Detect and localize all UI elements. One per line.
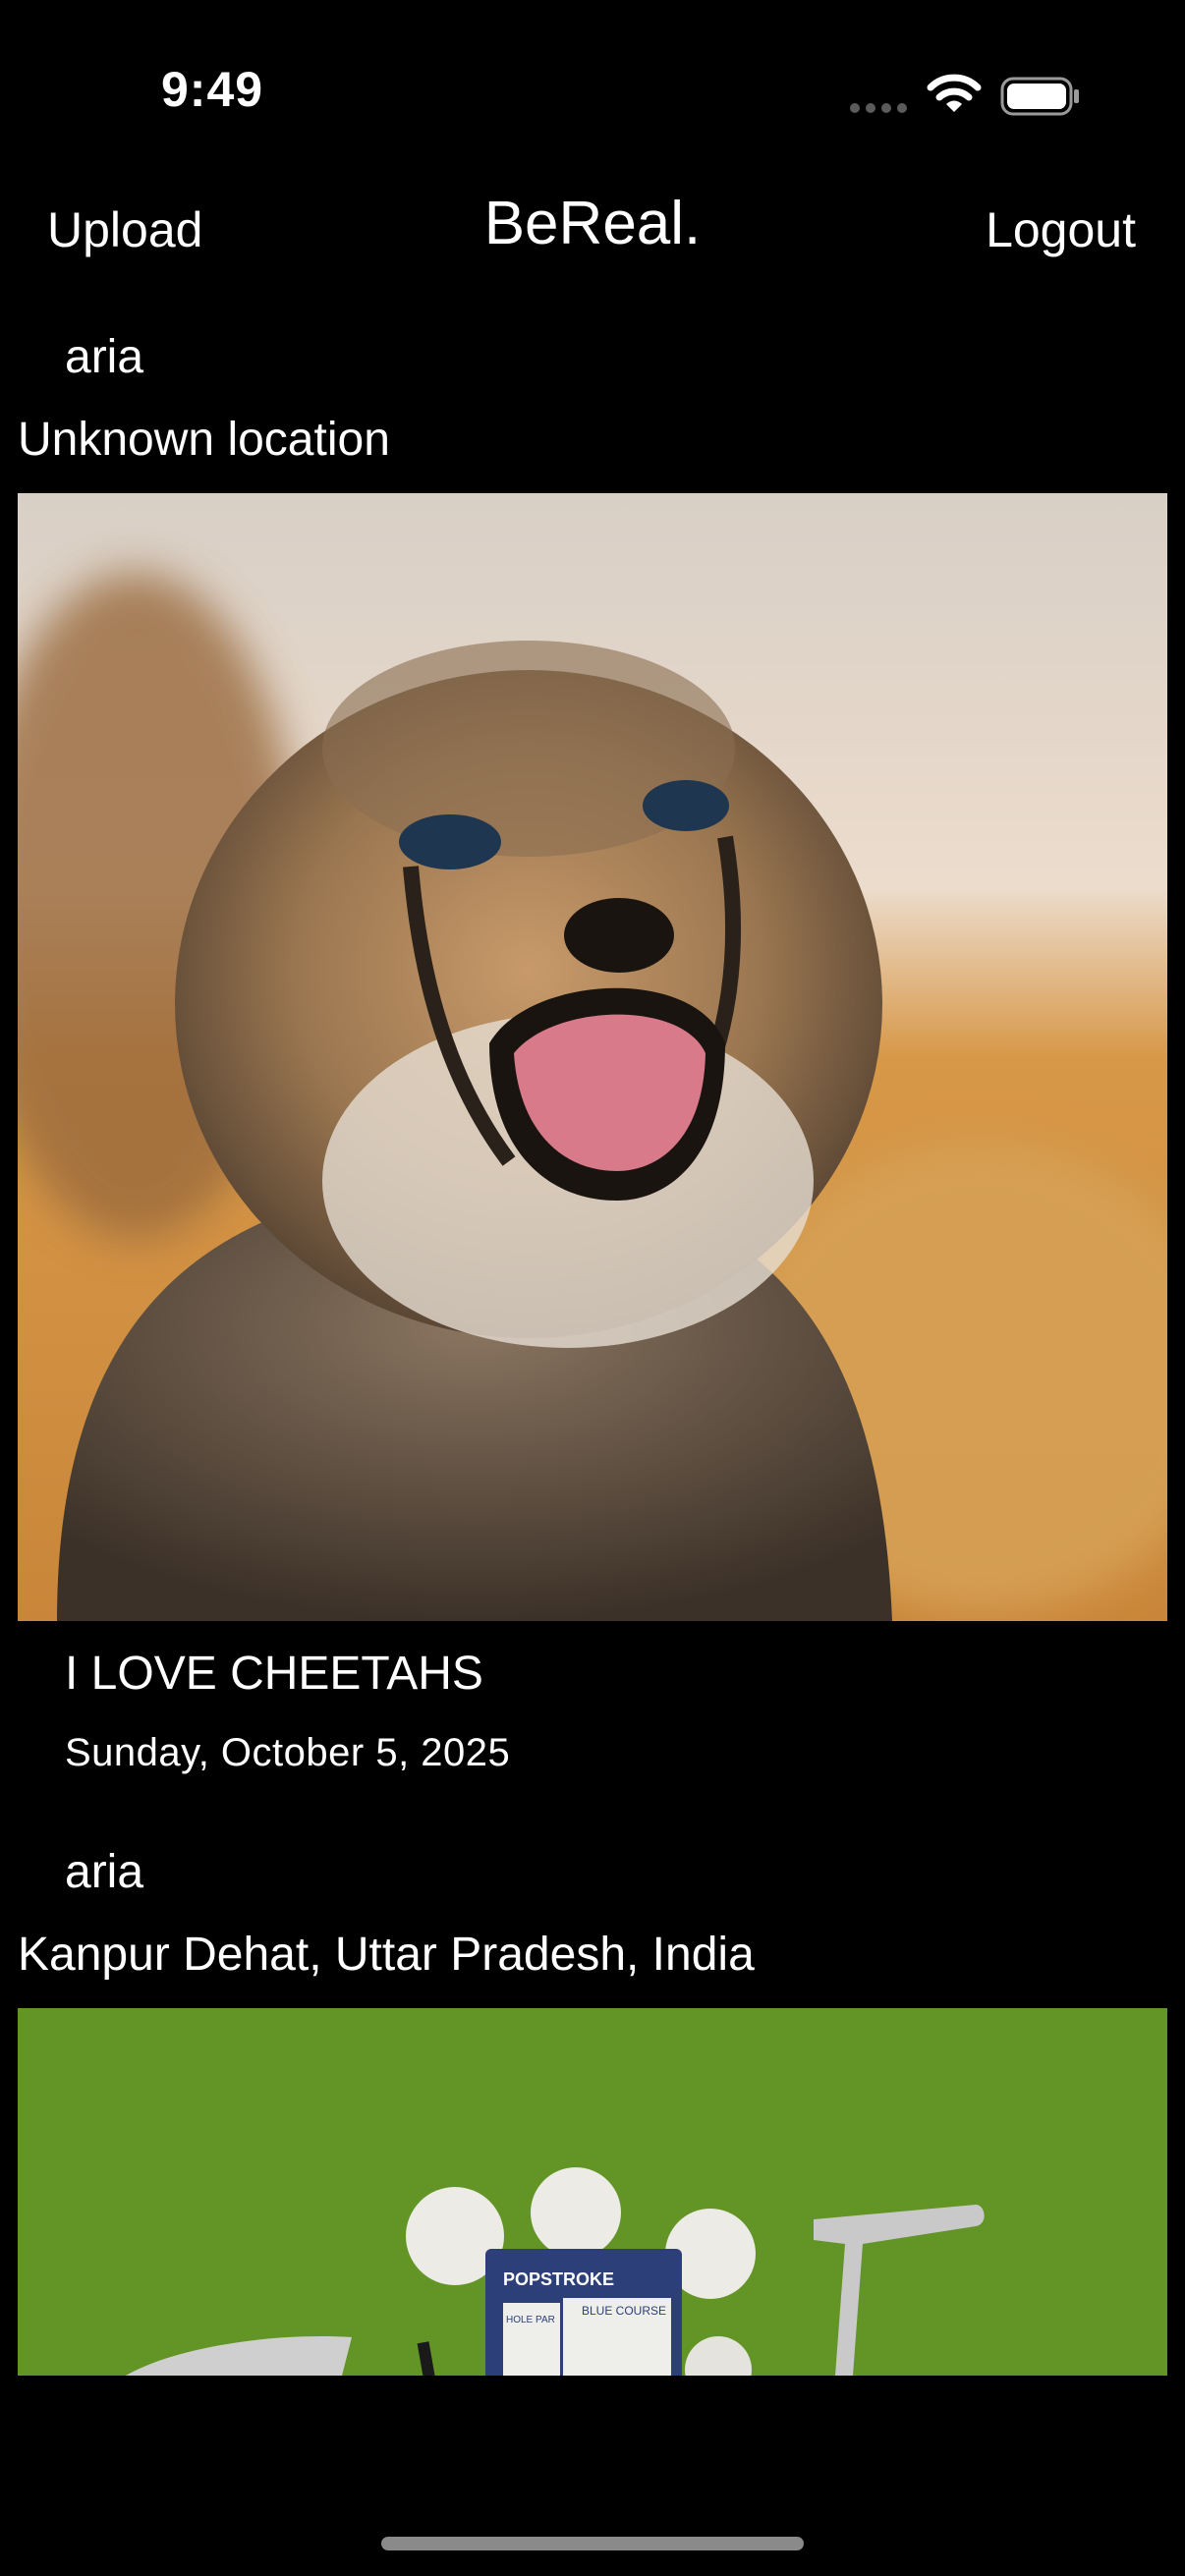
cellular-signal-icon: [850, 103, 907, 113]
wifi-icon: [927, 74, 982, 112]
post-username: aria: [65, 1846, 144, 1898]
logout-button[interactable]: Logout: [986, 201, 1136, 258]
post-photo-golf: POPSTROKE BLUE COURSE HOLE PAR: [18, 2008, 1167, 2376]
post-username: aria: [65, 331, 144, 383]
post-photo-cheetah: [18, 493, 1167, 1621]
post-caption: I LOVE CHEETAHS: [65, 1648, 483, 1700]
scorecard-header: BLUE COURSE: [582, 2304, 666, 2318]
battery-icon: [1000, 77, 1079, 116]
home-indicator: [381, 2537, 804, 2550]
post-location: Unknown location: [18, 414, 390, 466]
golf-turf-image: POPSTROKE BLUE COURSE HOLE PAR: [18, 2008, 1167, 2376]
post-location: Kanpur Dehat, Uttar Pradesh, India: [18, 1929, 755, 1981]
scorecard-columns: HOLE PAR: [506, 2315, 555, 2325]
post-date: Sunday, October 5, 2025: [65, 1731, 511, 1774]
scorecard-brand: POPSTROKE: [503, 2269, 614, 2289]
cheetah-cub-image: [18, 493, 1167, 1621]
status-time: 9:49: [161, 62, 264, 117]
